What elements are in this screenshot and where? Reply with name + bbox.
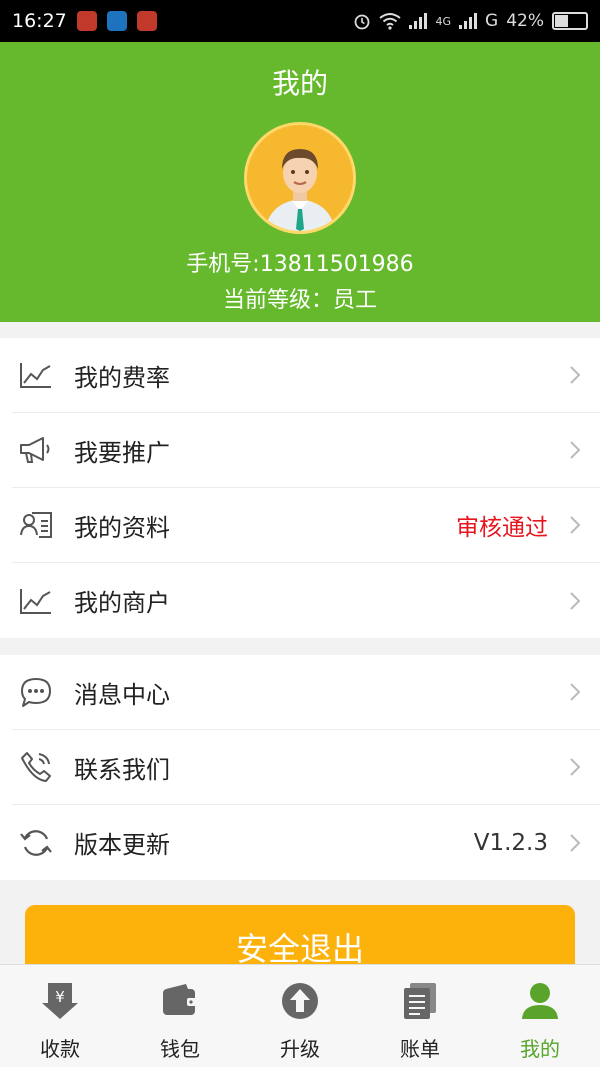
person-icon	[518, 979, 562, 1023]
chat-bubble-icon	[12, 672, 60, 712]
chevron-right-icon	[570, 591, 581, 610]
notification-icon	[76, 11, 97, 31]
menu-item-label: 我的资料	[74, 513, 170, 542]
tab-bills[interactable]: 账单	[360, 965, 480, 1067]
chevron-right-icon	[570, 366, 581, 384]
tab-label: 收款	[40, 1037, 80, 1061]
signal-icon	[459, 13, 478, 29]
menu-item-rate[interactable]: 我的费率	[12, 338, 600, 413]
menu-item-profile[interactable]: 我的资料 审核通过	[12, 488, 600, 563]
profile-card-icon	[12, 505, 60, 545]
menu-item-version[interactable]: 版本更新 V1.2.3	[12, 805, 600, 880]
chevron-right-icon	[570, 683, 581, 701]
tab-collect[interactable]: ¥ 收款	[0, 965, 120, 1067]
wallet-icon	[158, 979, 202, 1023]
yen-download-icon: ¥	[38, 979, 82, 1023]
tab-label: 账单	[400, 1037, 440, 1061]
avatar-person-icon	[247, 125, 353, 231]
version-number: V1.2.3	[473, 829, 548, 856]
status-bar: 16:27 4G G 42%	[0, 0, 600, 42]
chevron-right-icon	[570, 441, 581, 459]
tab-label: 升级	[280, 1037, 320, 1061]
bottom-tab-bar: ¥ 收款 钱包 升级 账单 我的	[0, 964, 600, 1067]
menu-item-label: 我要推广	[74, 438, 170, 467]
page-title: 我的	[271, 67, 328, 100]
signal-icon	[409, 13, 428, 29]
chevron-right-icon	[570, 758, 581, 776]
user-level: 当前等级：员工	[222, 288, 377, 313]
notification-icon	[106, 11, 127, 31]
upgrade-arrow-icon	[278, 979, 322, 1023]
menu-item-merchants[interactable]: 我的商户	[12, 563, 600, 638]
chart-icon	[12, 355, 60, 395]
battery-icon	[552, 12, 588, 30]
menu-item-label: 我的商户	[74, 589, 170, 617]
menu-item-label: 联系我们	[74, 755, 170, 784]
bill-icon	[398, 979, 442, 1023]
status-time: 16:27	[12, 10, 67, 32]
tab-label: 钱包	[160, 1037, 200, 1061]
review-status: 审核通过	[456, 515, 548, 541]
tab-mine[interactable]: 我的	[480, 965, 600, 1067]
phone-number: 手机号:13811501986	[186, 252, 414, 277]
svg-text:¥: ¥	[55, 988, 65, 1006]
menu-item-messages[interactable]: 消息中心	[12, 655, 600, 730]
carrier-type: G	[485, 11, 499, 31]
chevron-right-icon	[570, 833, 581, 852]
menu-item-contact[interactable]: 联系我们	[12, 730, 600, 805]
chevron-right-icon	[570, 516, 581, 534]
phone-icon	[12, 747, 60, 787]
tab-upgrade[interactable]: 升级	[240, 965, 360, 1067]
menu-group-account: 我的费率 我要推广 我的资料 审核通过 我的商户	[0, 338, 600, 638]
refresh-icon	[12, 823, 60, 863]
menu-item-label: 版本更新	[74, 831, 170, 859]
tab-wallet[interactable]: 钱包	[120, 965, 240, 1067]
profile-header: 我的 手机号:13811501986 当前等级：员工	[0, 42, 600, 322]
avatar[interactable]	[244, 122, 356, 234]
network-type: 4G	[435, 14, 452, 28]
menu-item-label: 我的费率	[74, 363, 170, 392]
wifi-icon	[379, 13, 402, 30]
menu-item-promote[interactable]: 我要推广	[12, 413, 600, 488]
tab-label: 我的	[520, 1037, 560, 1061]
menu-item-label: 消息中心	[74, 680, 170, 709]
notification-icon	[136, 11, 157, 31]
chart-icon	[12, 581, 60, 621]
menu-group-support: 消息中心 联系我们 版本更新 V1.2.3	[0, 655, 600, 880]
battery-percent: 42%	[506, 11, 544, 31]
megaphone-icon	[12, 430, 60, 470]
alarm-icon	[355, 14, 370, 30]
